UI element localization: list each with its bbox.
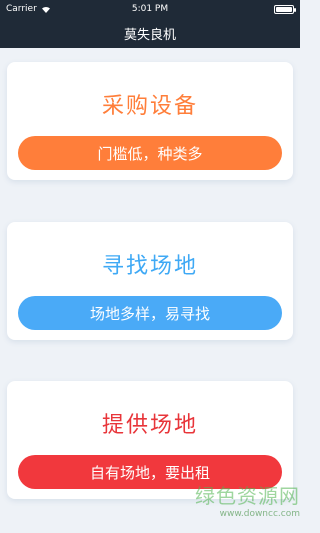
watermark-url: www.downcc.com bbox=[219, 509, 300, 519]
card-title: 采购设备 bbox=[101, 94, 198, 119]
card-find-venue[interactable]: 寻找场地 场地多样，易寻找 bbox=[7, 222, 293, 340]
watermark-logo-text: 绿色资源网 bbox=[195, 484, 300, 508]
nav-bar: 莫失良机 bbox=[0, 18, 300, 48]
wifi-icon bbox=[41, 6, 50, 13]
page-title: 莫失良机 bbox=[123, 27, 176, 43]
battery-icon bbox=[274, 4, 296, 14]
status-left: Carrier bbox=[6, 4, 51, 14]
watermark: 绿色资源网 www.downcc.com bbox=[195, 480, 300, 519]
find-venue-button[interactable]: 场地多样，易寻找 bbox=[18, 296, 282, 330]
status-bar: Carrier 5:01 PM bbox=[0, 0, 300, 18]
card-purchase-equipment[interactable]: 采购设备 门槛低，种类多 bbox=[7, 62, 293, 180]
purchase-equipment-button[interactable]: 门槛低，种类多 bbox=[18, 136, 282, 170]
carrier-label: Carrier bbox=[6, 4, 37, 14]
card-title: 寻找场地 bbox=[101, 254, 198, 279]
card-title: 提供场地 bbox=[101, 413, 198, 438]
